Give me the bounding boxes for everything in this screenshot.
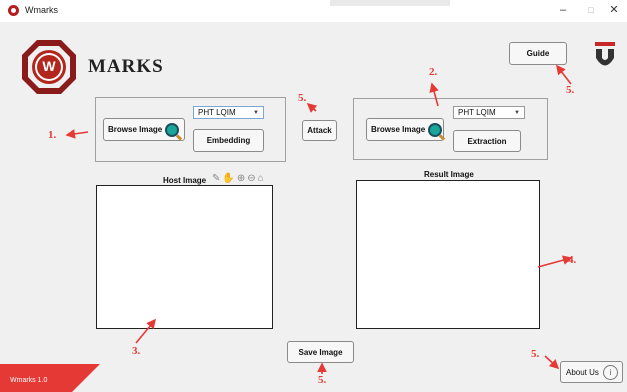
annotation-arrow-5-attack (306, 102, 318, 113)
annotation-arrow-3 (135, 318, 157, 344)
annotation-arrow-4 (537, 255, 573, 268)
annotation-arrow-1 (65, 129, 89, 139)
annotation-4: 4. (568, 254, 577, 266)
annotation-5-guide: 5. (566, 84, 575, 96)
annotation-5-attack: 5. (298, 92, 307, 104)
annotation-2: 2. (429, 66, 438, 78)
annotation-5-save: 5. (318, 374, 327, 386)
annotation-5-about: 5. (531, 348, 540, 360)
annotation-3: 3. (132, 345, 141, 357)
annotation-arrow-5-about (544, 355, 560, 370)
annotation-arrow-5-guide (556, 64, 572, 85)
annotation-arrow-2 (429, 82, 439, 107)
annotation-arrows (65, 64, 573, 374)
annotation-1: 1. (48, 129, 57, 141)
